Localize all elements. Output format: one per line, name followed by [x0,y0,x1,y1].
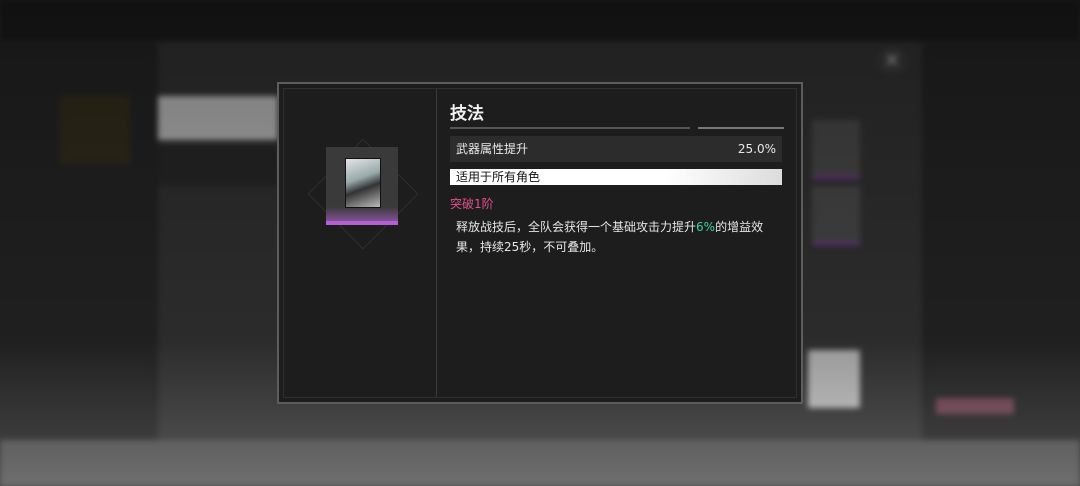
applicable-text: 适用于所有角色 [456,170,541,184]
stat-value: 25.0% [737,142,776,156]
skill-detail-modal: 技法 武器属性提升 25.0% 适用于所有角色 突破1阶 释放战技后，全队会获得… [277,82,803,404]
description-text: 释放战技后，全队会获得一个基础攻击力提升 [456,220,697,234]
rank-label: 突破1阶 [450,197,494,211]
skill-description: 释放战技后，全队会获得一个基础攻击力提升6%的增益效果，持续25秒，不可叠加。 [456,217,778,257]
rarity-glow [326,207,398,221]
weapon-card [326,147,398,225]
detail-pane: 技法 武器属性提升 25.0% 适用于所有角色 突破1阶 释放战技后，全队会获得… [450,89,786,397]
description-highlight: 6% [696,220,716,234]
title-divider [450,127,690,129]
rarity-bar [326,221,398,225]
weapon-card-art-icon [345,158,381,208]
applicable-row: 适用于所有角色 [450,169,782,185]
card-pane [284,89,437,397]
skill-title: 技法 [450,104,484,124]
stat-label: 武器属性提升 [456,142,529,156]
modal-inner-frame: 技法 武器属性提升 25.0% 适用于所有角色 突破1阶 释放战技后，全队会获得… [283,88,797,398]
title-divider-accent [698,127,784,129]
stat-row: 武器属性提升 25.0% [450,136,782,162]
